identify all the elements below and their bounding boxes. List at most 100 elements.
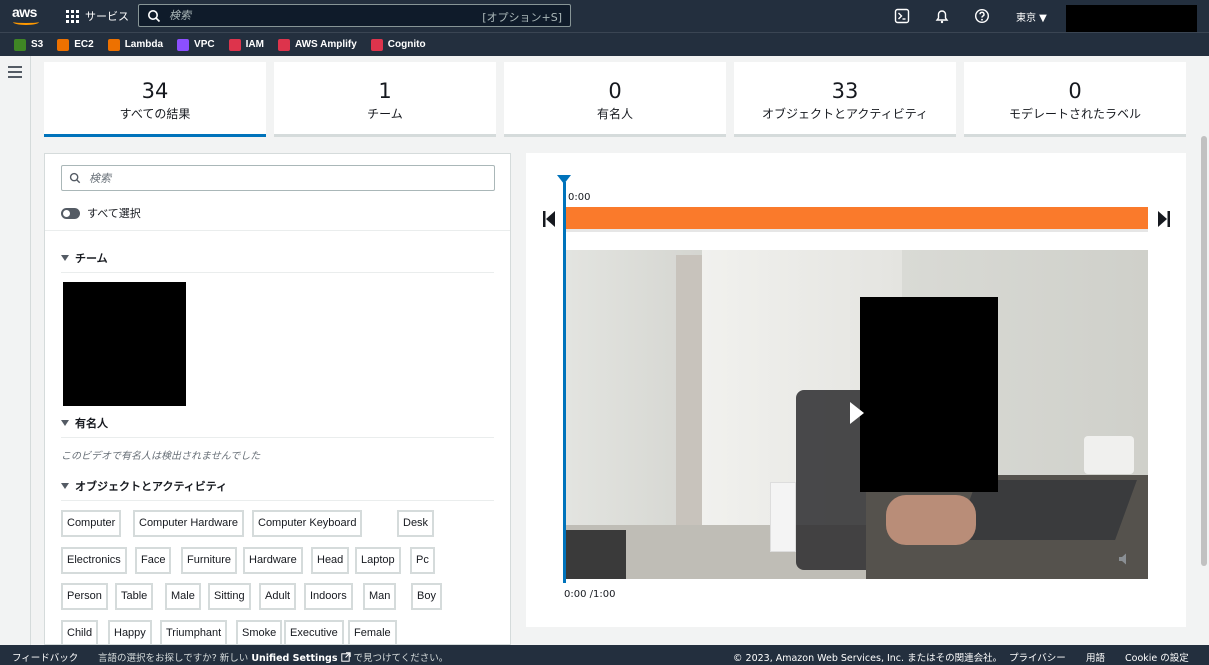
object-tag[interactable]: Female	[348, 620, 397, 644]
object-tag[interactable]: Desk	[397, 510, 435, 537]
tab-all-results[interactable]: 34 すべての結果	[44, 62, 266, 137]
cloudshell-icon[interactable]	[894, 8, 910, 24]
page-scrollbar[interactable]	[1199, 56, 1209, 645]
favorite-label: VPC	[194, 39, 215, 50]
aws-logo[interactable]: aws	[12, 5, 42, 27]
favorite-ec2[interactable]: EC2	[57, 38, 94, 51]
account-menu-redacted[interactable]	[1066, 5, 1197, 33]
tab-celebrities[interactable]: 0 有名人	[504, 62, 726, 137]
service-icon	[107, 38, 120, 51]
object-tag[interactable]: Smoke	[236, 620, 283, 644]
global-search-input[interactable]	[169, 9, 469, 22]
object-tag[interactable]: Computer Hardware	[133, 510, 245, 537]
tab-moderated-labels[interactable]: 0 モデレートされたラベル	[964, 62, 1186, 137]
panel-search-input[interactable]	[89, 171, 469, 185]
object-tag[interactable]: Adult	[259, 583, 297, 610]
object-tag[interactable]: Child	[61, 620, 99, 644]
object-tag[interactable]: Face	[135, 547, 172, 574]
object-tag[interactable]: Boy	[411, 583, 442, 610]
bell-icon[interactable]	[934, 8, 950, 24]
timeline-start-time: 0:00	[568, 192, 591, 203]
tab-objects-activities[interactable]: 33 オブジェクトとアクティビティ	[734, 62, 956, 137]
favorite-aws-amplify[interactable]: AWS Amplify	[277, 38, 357, 51]
service-icon	[277, 38, 290, 51]
favorite-s3[interactable]: S3	[14, 38, 44, 51]
favorite-label: AWS Amplify	[294, 39, 357, 50]
logo-text: aws	[12, 4, 37, 20]
object-tag[interactable]: Head	[311, 547, 350, 574]
playhead-line[interactable]	[563, 182, 566, 583]
object-tag[interactable]: Laptop	[355, 547, 401, 574]
services-menu-button[interactable]: サービス	[66, 7, 129, 25]
region-selector[interactable]: 東京 ▼	[1016, 9, 1047, 24]
hamburger-menu-icon[interactable]	[8, 66, 22, 78]
console-footer: フィードバック 言語の選択をお探しですか? 新しい Unified Settin…	[0, 645, 1209, 665]
face-redacted	[860, 297, 998, 492]
section-team-title: チーム	[75, 252, 108, 265]
external-link-icon	[340, 652, 351, 662]
object-tag[interactable]: Triumphant	[160, 620, 228, 644]
section-celebrities-header[interactable]: 有名人	[61, 415, 494, 438]
favorite-vpc[interactable]: VPC	[177, 38, 215, 51]
object-tag[interactable]: Sitting	[208, 583, 251, 610]
sidebar-divider	[30, 56, 31, 645]
search-icon	[148, 9, 161, 22]
stat-label: 有名人	[596, 107, 633, 121]
favorite-cognito[interactable]: Cognito	[370, 38, 426, 51]
service-icon	[57, 38, 70, 51]
skip-to-start-icon[interactable]	[542, 210, 556, 228]
object-tag[interactable]: Hardware	[243, 547, 303, 574]
favorite-label: S3	[31, 39, 44, 50]
object-tag[interactable]: Table	[115, 583, 154, 610]
panel-divider	[45, 230, 510, 231]
stat-value: 1	[378, 79, 392, 103]
stat-label: オブジェクトとアクティビティ	[762, 107, 928, 121]
object-tag[interactable]: Computer	[61, 510, 122, 537]
timeline-track[interactable]	[566, 207, 1148, 232]
top-navigation: aws サービス [オプション+S] 東京 ▼	[0, 0, 1209, 33]
results-filter-panel: すべて選択 チーム 有名人 このビデオで有名人は検出されませんでした オブジェク…	[44, 153, 511, 645]
caret-down-icon	[61, 255, 69, 261]
search-shortcut-hint: [オプション+S]	[482, 11, 562, 24]
section-team-header[interactable]: チーム	[61, 250, 494, 273]
section-celebrities-title: 有名人	[75, 417, 108, 430]
favorite-label: Lambda	[124, 39, 164, 50]
tab-teams[interactable]: 1 チーム	[274, 62, 496, 137]
favorite-iam[interactable]: IAM	[228, 38, 264, 51]
terms-link[interactable]: 用語	[1086, 650, 1105, 664]
unified-settings-link[interactable]: Unified Settings	[251, 653, 337, 664]
feedback-link[interactable]: フィードバック	[12, 650, 78, 664]
skip-to-end-icon[interactable]	[1157, 210, 1171, 228]
scrollbar-thumb[interactable]	[1201, 136, 1207, 566]
global-search[interactable]: [オプション+S]	[138, 4, 571, 27]
object-tag[interactable]: Happy	[108, 620, 152, 644]
team-thumbnail-redacted[interactable]	[63, 282, 186, 406]
object-tag[interactable]: Man	[363, 583, 397, 610]
object-tag[interactable]: Person	[61, 583, 108, 610]
playhead-handle[interactable]	[557, 175, 571, 184]
video-time-display: 0:00 /1:00	[564, 589, 616, 600]
cookie-settings-link[interactable]: Cookie の設定	[1125, 650, 1189, 664]
favorite-lambda[interactable]: Lambda	[107, 38, 164, 51]
footer-message: 言語の選択をお探しですか? 新しい Unified Settings で見つけて…	[98, 652, 449, 664]
copyright-text: © 2023, Amazon Web Services, Inc. またはその関…	[733, 653, 1003, 664]
object-tag[interactable]: Furniture	[181, 547, 238, 574]
privacy-link[interactable]: プライバシー	[1009, 650, 1066, 664]
favorite-label: EC2	[74, 39, 94, 50]
section-objects-header[interactable]: オブジェクトとアクティビティ	[61, 478, 494, 501]
volume-icon[interactable]	[1118, 552, 1132, 566]
object-tag[interactable]: Electronics	[61, 547, 127, 574]
help-icon[interactable]	[974, 8, 990, 24]
caret-down-icon	[61, 483, 69, 489]
object-tag[interactable]: Pc	[410, 547, 435, 574]
service-icon	[14, 38, 26, 51]
object-tag[interactable]: Indoors	[304, 583, 353, 610]
object-tag[interactable]: Executive	[284, 620, 344, 644]
select-all-toggle[interactable]	[61, 207, 80, 219]
object-tag[interactable]: Computer Keyboard	[252, 510, 363, 537]
video-frame[interactable]	[566, 250, 1148, 579]
play-icon[interactable]	[850, 402, 864, 424]
stat-label: モデレートされたラベル	[1008, 107, 1141, 121]
object-tag[interactable]: Male	[165, 583, 201, 610]
panel-search[interactable]	[61, 165, 495, 191]
